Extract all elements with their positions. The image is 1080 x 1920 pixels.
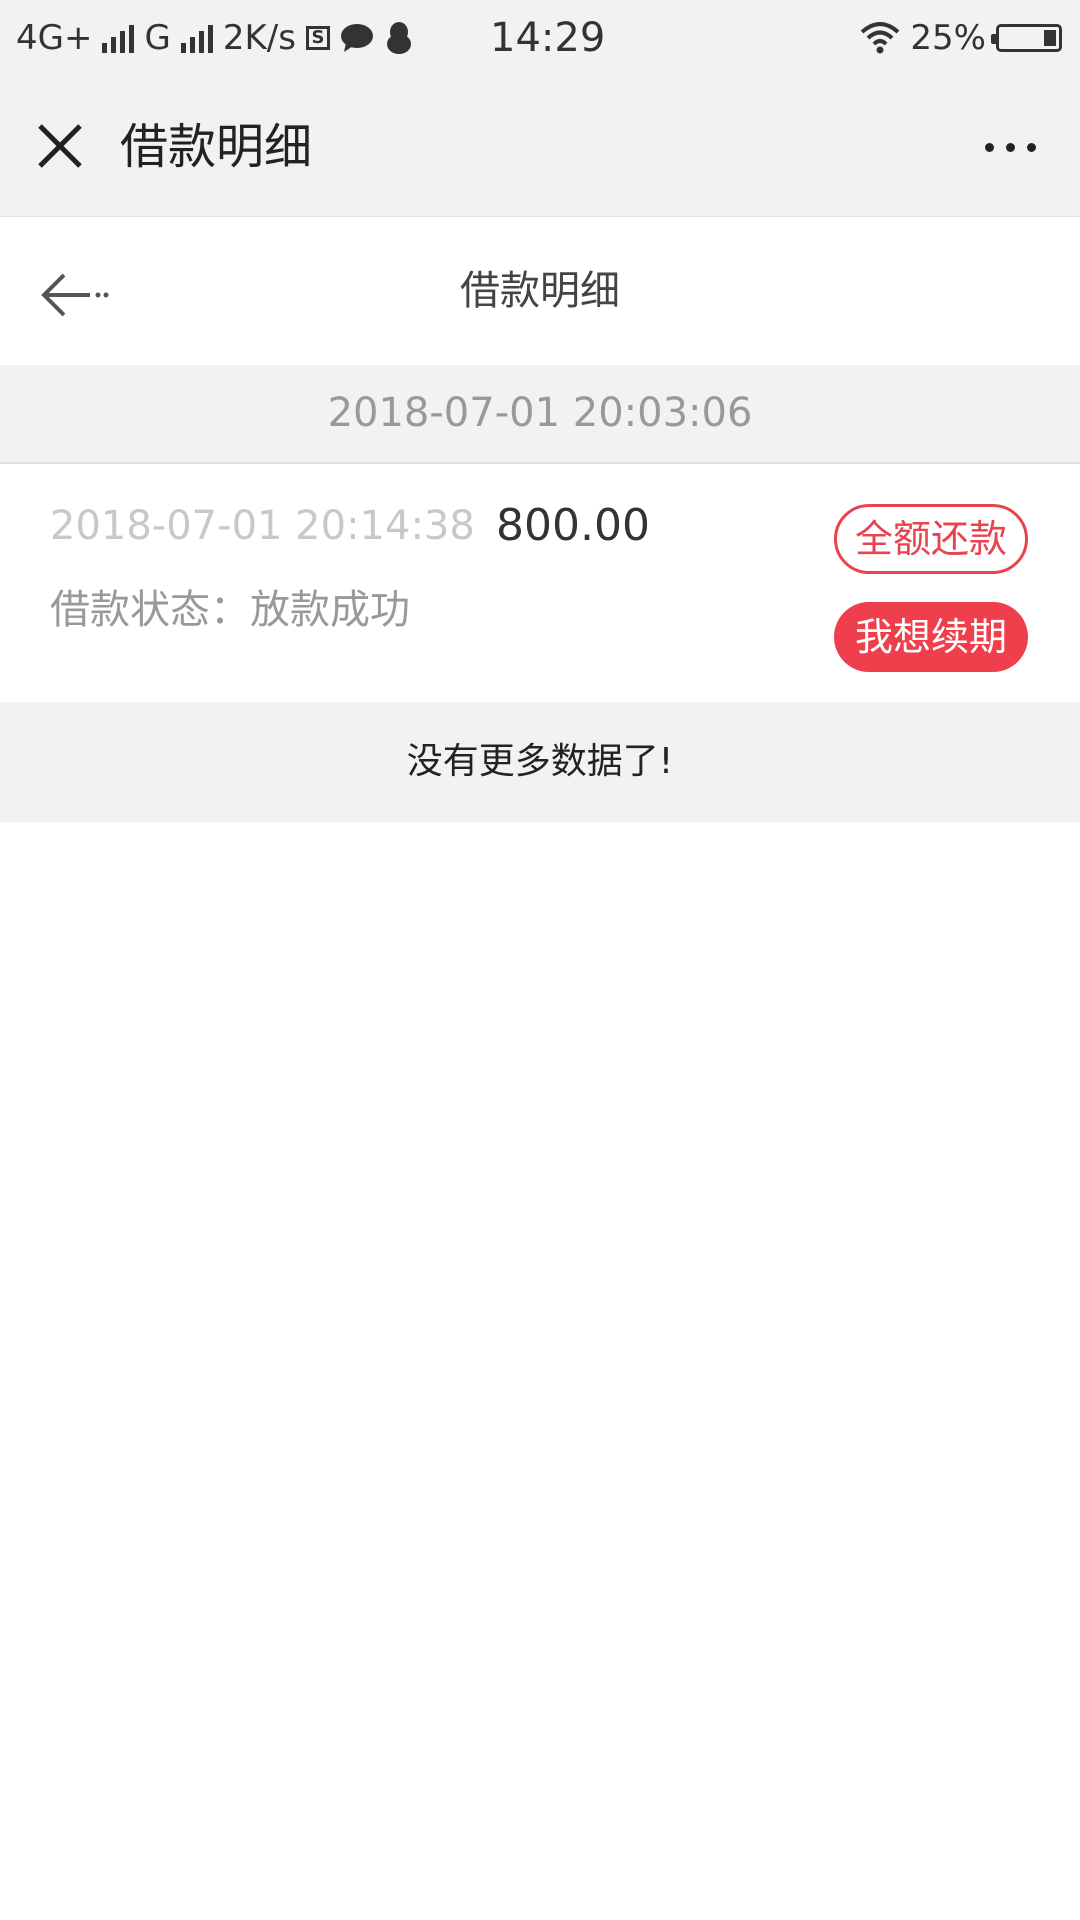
group-date: 2018-07-01 20:03:06 <box>0 365 1080 464</box>
page-title: 借款明细 <box>460 268 620 314</box>
close-icon[interactable] <box>34 120 86 172</box>
sim-icon: S <box>305 26 330 50</box>
page-header: 借款明细 <box>0 217 1080 365</box>
header-title: 借款明细 <box>120 119 313 175</box>
full-repay-button[interactable]: 全额还款 <box>834 504 1028 574</box>
network-type-1: 4G+ <box>16 18 93 58</box>
app-header: 借款明细 <box>0 76 1080 217</box>
loan-amount: 800.00 <box>496 500 650 551</box>
list-item: 2018-07-01 20:14:38 800.00 借款状态：放款成功 全额还… <box>0 464 1080 702</box>
battery-percent: 25% <box>910 18 986 58</box>
battery-icon <box>991 24 1062 52</box>
wifi-icon <box>861 22 900 54</box>
network-type-2: G <box>144 18 171 58</box>
status-right: 25% <box>860 14 1062 62</box>
signal-icon <box>180 23 213 53</box>
no-more-data-text: 没有更多数据了! <box>0 702 1080 822</box>
status-bar: 4G+ G 2K/s S 14:29 25% <box>0 0 1080 76</box>
loan-time: 2018-07-01 20:14:38 <box>50 503 475 549</box>
extend-button[interactable]: 我想续期 <box>834 602 1028 672</box>
network-speed: 2K/s <box>222 18 296 58</box>
qq-penguin-icon <box>386 22 411 54</box>
more-dots-icon[interactable] <box>985 130 1036 164</box>
status-time: 14:29 <box>490 15 606 61</box>
chat-bubble-icon <box>340 24 373 52</box>
loan-status: 借款状态：放款成功 <box>50 587 410 633</box>
status-left: 4G+ G 2K/s S <box>16 14 414 62</box>
signal-icon <box>102 23 135 53</box>
